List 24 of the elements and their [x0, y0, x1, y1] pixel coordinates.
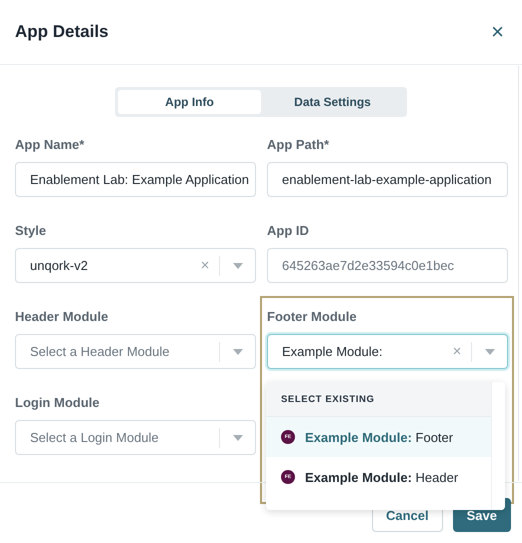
caret-icon[interactable]	[233, 262, 243, 268]
scrollbar[interactable]	[491, 382, 505, 510]
field-label: Style	[15, 223, 48, 239]
select-field[interactable]: Select a Header Module	[15, 334, 256, 369]
input-field[interactable]: Enablement Lab: Example Application	[15, 162, 256, 197]
field-label: Login Module	[15, 395, 100, 411]
caret-icon[interactable]	[233, 348, 243, 354]
tab[interactable]: App Info	[118, 90, 261, 114]
field-label: App Path*	[267, 137, 330, 153]
caret-icon[interactable]	[233, 434, 243, 440]
select-field[interactable]: Select a Login Module	[15, 420, 256, 455]
input-field[interactable]: 645263ae7d2e33594c0e1bec	[267, 248, 508, 283]
tab[interactable]: Data Settings	[261, 90, 404, 114]
field-label: Header Module	[15, 309, 110, 325]
field-label: App Name*	[15, 137, 86, 153]
caret-icon[interactable]	[485, 348, 495, 354]
select-field[interactable]: Example Module: ×	[267, 334, 508, 369]
field-label: App ID	[267, 223, 310, 239]
menu-heading: SELECT EXISTING	[281, 394, 374, 404]
field-label: Footer Module	[267, 309, 358, 325]
input-field[interactable]: enablement-lab-example-application	[267, 162, 508, 197]
select-field[interactable]: unqork-v2 ×	[15, 248, 256, 283]
dialog-title: App Details	[15, 22, 109, 42]
close-button[interactable]: ×	[487, 19, 508, 45]
